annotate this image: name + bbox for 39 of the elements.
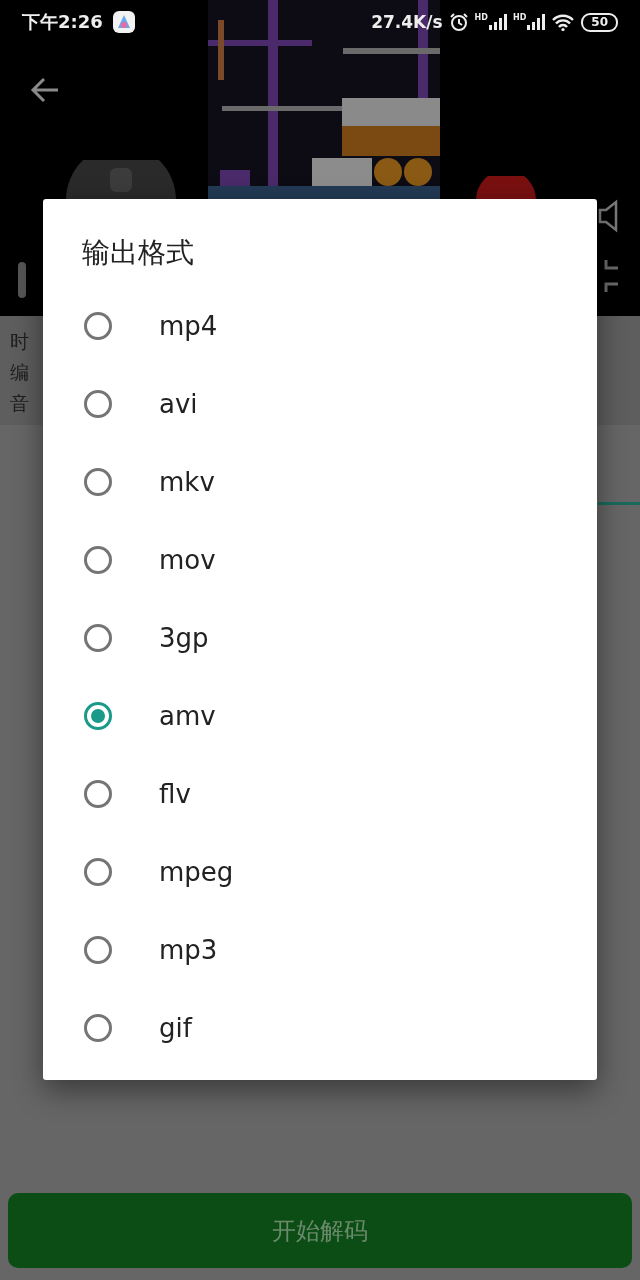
radio-button[interactable] [84,312,112,340]
network-speed: 27.4K/s [371,12,443,32]
format-option[interactable]: mkv [43,443,597,521]
clock-time: 下午2:26 [22,10,103,34]
back-arrow-icon[interactable] [30,77,60,103]
radio-button[interactable] [84,390,112,418]
tab-indicator [598,502,640,505]
wifi-icon [551,13,576,31]
info-label: 时 [10,329,30,354]
network-label: HD [474,14,488,22]
format-option[interactable]: mp4 [43,287,597,365]
format-option[interactable]: gif [43,989,597,1067]
radio-button[interactable] [84,702,112,730]
battery-level: 50 [581,12,618,32]
format-option[interactable]: mpeg [43,833,597,911]
radio-button[interactable] [84,936,112,964]
format-option[interactable]: amv [43,677,597,755]
pause-icon[interactable] [18,262,28,298]
format-option[interactable]: mov [43,521,597,599]
format-option[interactable]: flv [43,755,597,833]
app-icon [112,11,135,33]
network-label: HD [512,14,527,22]
info-label: 音 [10,391,30,416]
radio-button[interactable] [84,546,112,574]
radio-button[interactable] [84,1014,112,1042]
format-option[interactable]: avi [43,365,597,443]
radio-button[interactable] [84,780,112,808]
round-button-icon[interactable] [476,176,536,200]
radio-button[interactable] [84,624,112,652]
signal-bars-icon [488,14,507,30]
format-option[interactable]: mp3 [43,911,597,989]
radio-button[interactable] [84,468,112,496]
joystick-icon[interactable] [66,160,176,200]
dialog-title: 输出格式 [81,235,195,271]
radio-button[interactable] [84,858,112,886]
alarm-clock-icon [448,12,469,32]
signal-bars-icon [527,14,546,30]
info-label: 编 [10,360,30,385]
format-option[interactable]: 3gp [43,599,597,677]
